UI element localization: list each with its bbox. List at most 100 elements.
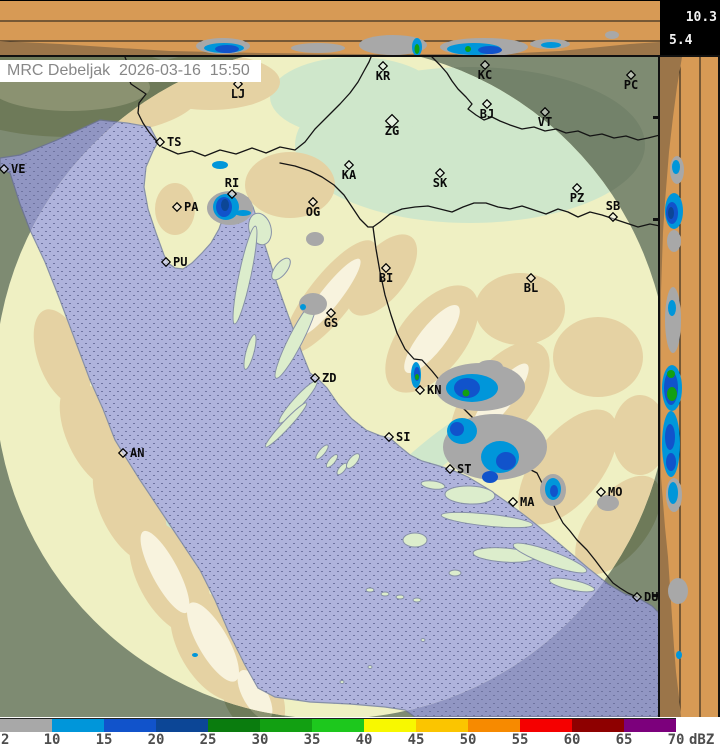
station-label-KA: KA	[342, 168, 357, 182]
station-label-AN: AN	[130, 446, 144, 460]
radar-echo	[667, 387, 677, 401]
scale-tick-label: 55	[511, 732, 529, 748]
station-label-PZ: PZ	[570, 191, 584, 205]
scale-tick-label: 65	[615, 732, 633, 748]
dbz-scale-segment	[624, 719, 676, 732]
dbz-scale-segment	[312, 719, 364, 732]
top-cross-section-panel: 10.3 5.4	[0, 0, 720, 57]
station-label-MO: MO	[608, 485, 622, 499]
radar-echo	[665, 424, 675, 450]
station-label-BI: BI	[379, 271, 393, 285]
radar-echo	[306, 232, 324, 246]
dbz-scale-segment	[572, 719, 624, 732]
station-label-ST: ST	[457, 462, 471, 476]
radar-echo	[235, 210, 251, 216]
radar-display: 10.3 5.4 LJ KR KC PC ZG BJ VT VE TS RI P…	[0, 0, 720, 751]
radar-echo	[300, 304, 306, 310]
dbz-scale-segment	[0, 719, 52, 732]
radar-echo	[414, 44, 420, 54]
radar-echo	[541, 42, 561, 48]
station-label-DU: DU	[644, 590, 658, 604]
radar-echo	[496, 452, 516, 470]
scale-tick-label: 2	[1, 732, 10, 748]
scale-tick-label: 30	[251, 732, 269, 748]
radar-echo	[667, 230, 681, 252]
station-label-OG: OG	[306, 205, 320, 219]
radar-echo	[665, 287, 681, 353]
radar-echo	[482, 471, 498, 483]
station-label-MA: MA	[520, 495, 535, 509]
scale-tick-label: 25	[199, 732, 217, 748]
dbz-scale-segment	[364, 719, 416, 732]
dbz-color-scale	[0, 718, 676, 732]
right-cross-section-panel	[658, 57, 720, 717]
cross-section-scale-box: 10.3 5.4	[660, 1, 720, 55]
radar-echo	[212, 161, 228, 169]
scale-tick-label: 10	[43, 732, 61, 748]
radar-echo	[666, 453, 676, 471]
radar-echo	[221, 199, 229, 211]
station-label-KR: KR	[376, 69, 391, 83]
station-label-KN: KN	[427, 383, 441, 397]
top-section-max-height: 10.3	[685, 10, 717, 25]
top-cross-section-plot	[0, 20, 660, 55]
station-label-RI: RI	[225, 176, 239, 190]
radar-echo	[672, 160, 680, 174]
radar-title-bar: MRC Debeljak 2026-03-16 15:50	[0, 60, 261, 82]
radar-echo	[550, 485, 558, 497]
station-label-VE: VE	[11, 162, 25, 176]
scale-tick-label: 50	[459, 732, 477, 748]
scale-tick-label: 45	[407, 732, 425, 748]
station-label-ZD: ZD	[322, 371, 336, 385]
dbz-scale-segment	[208, 719, 260, 732]
radar-echo	[462, 389, 470, 397]
station-label-VT: VT	[538, 115, 552, 129]
radar-echo	[415, 374, 419, 380]
radar-echo	[465, 46, 471, 52]
station-label-KC: KC	[478, 68, 492, 82]
station-label-SB: SB	[606, 199, 620, 213]
radar-echo	[215, 45, 239, 53]
radar-echo	[668, 207, 674, 219]
dbz-scale-segment	[156, 719, 208, 732]
station-label-TS: TS	[167, 135, 181, 149]
radar-echo	[667, 370, 675, 378]
radar-echo	[668, 482, 678, 504]
station-label-GS: GS	[324, 316, 338, 330]
radar-title: MRC Debeljak 2026-03-16 15:50	[7, 62, 250, 79]
scale-tick-label: 35	[303, 732, 321, 748]
scale-tick-label: 15	[95, 732, 113, 748]
station-label-LJ: LJ	[231, 87, 245, 101]
map-inside-radar-range	[0, 57, 660, 717]
radar-echo	[478, 46, 502, 54]
radar-echo	[192, 653, 198, 657]
scale-tick-label: 20	[147, 732, 165, 748]
radar-echo	[668, 300, 676, 316]
dbz-scale-segment	[520, 719, 572, 732]
station-label-BJ: BJ	[480, 107, 494, 121]
scale-tick-label: 40	[355, 732, 373, 748]
right-cross-section-plot	[660, 57, 701, 717]
scale-unit-label: dBZ	[689, 732, 715, 748]
dbz-scale-segment	[260, 719, 312, 732]
station-label-PA: PA	[184, 200, 199, 214]
scale-tick-label: 60	[563, 732, 581, 748]
radar-map: LJ KR KC PC ZG BJ VT VE TS RI PA PU KA SK OG PZ SB BI BL GS…	[0, 57, 660, 717]
station-label-BL: BL	[524, 281, 538, 295]
radar-echo	[668, 578, 688, 604]
radar-echo	[450, 422, 464, 436]
station-label-SK: SK	[433, 176, 448, 190]
radar-echo	[605, 31, 619, 39]
dbz-scale-segment	[416, 719, 468, 732]
radar-echo	[676, 651, 682, 659]
dbz-scale-segment	[468, 719, 520, 732]
station-label-SI: SI	[396, 430, 410, 444]
dbz-scale-segment	[52, 719, 104, 732]
scale-tick-label: 70	[667, 732, 685, 748]
station-label-PU: PU	[173, 255, 187, 269]
dbz-scale-segment	[104, 719, 156, 732]
station-label-PC: PC	[624, 78, 638, 92]
radar-echo	[291, 43, 345, 53]
radar-map-image: LJ KR KC PC ZG BJ VT VE TS RI PA PU KA SK OG PZ SB BI BL GS…	[0, 57, 660, 717]
dbz-scale-labels: dBZ 2 10 15 20 25 30 35 40 45 50 55 60 65 70	[0, 732, 720, 751]
